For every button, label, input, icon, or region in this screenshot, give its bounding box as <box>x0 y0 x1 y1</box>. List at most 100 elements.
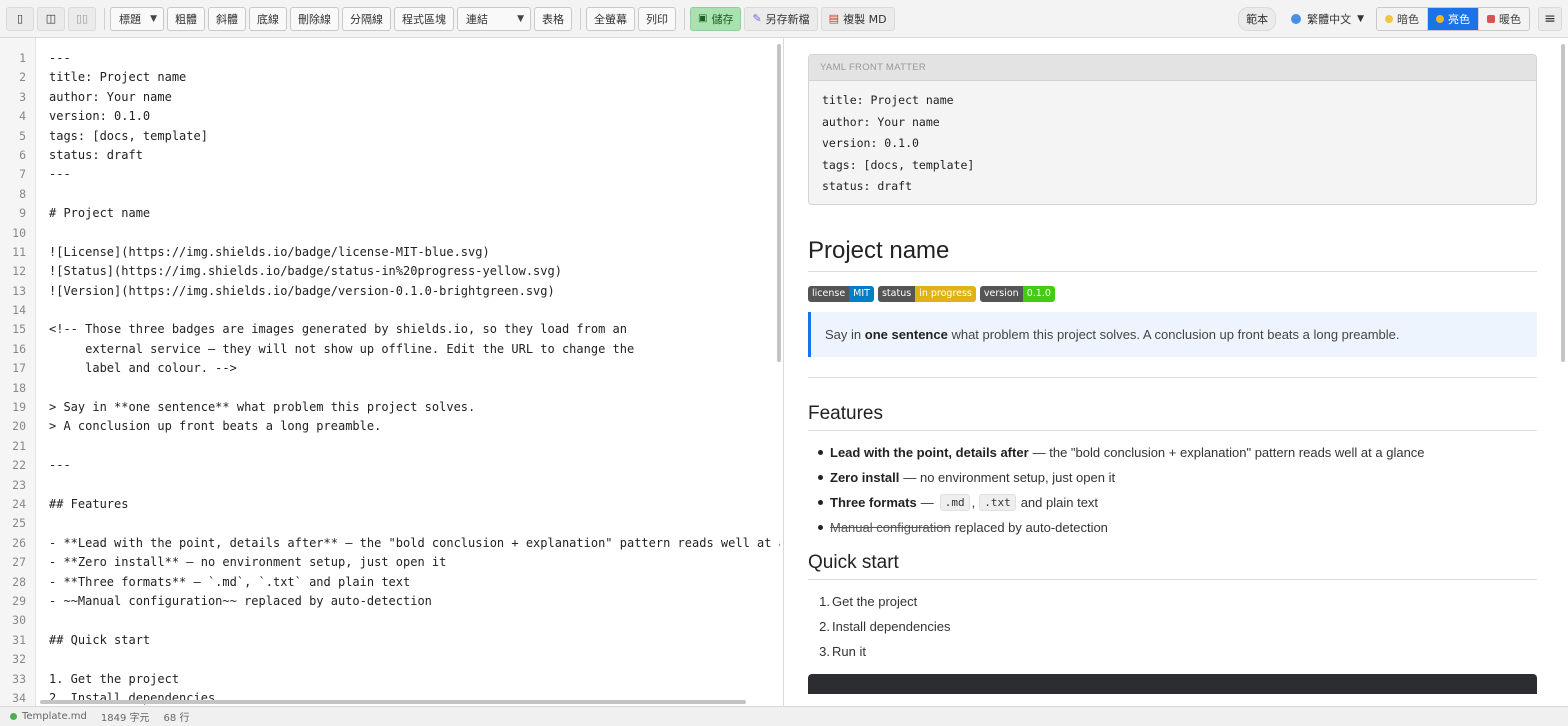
step-text: Get the project <box>832 593 918 609</box>
code-line[interactable]: 8 <box>0 185 780 204</box>
code-block-button[interactable]: 程式區塊 <box>394 6 454 31</box>
line-number: 12 <box>12 264 26 279</box>
step-text: Run it <box>832 643 866 659</box>
list-item: Zero install — no environment setup, just… <box>808 465 1537 490</box>
saved-status-icon <box>10 713 17 720</box>
editor-content[interactable]: 1 --- 2 title: Project name 3 author: Your na… <box>0 49 780 706</box>
link-select[interactable]: 連結 ▼ <box>457 6 531 31</box>
code-line[interactable]: 13 ![Version](https://img.shields.io/badg… <box>0 282 780 301</box>
code-line[interactable]: 31 ## Quick start <box>0 631 780 650</box>
quote-bold: one sentence <box>864 326 948 342</box>
bullet <box>818 449 823 455</box>
code-line[interactable]: 10 <box>0 224 780 243</box>
language-select[interactable]: 繁體中文 ▼ <box>1291 11 1364 27</box>
preview-vertical-scrollbar[interactable] <box>1561 44 1565 362</box>
quote-pre: Say in <box>825 326 865 342</box>
code-line[interactable]: 1 --- <box>0 49 780 68</box>
code-line[interactable]: 4 version: 0.1.0 <box>0 107 780 126</box>
horizontal-rule-button[interactable]: 分隔線 <box>342 6 391 31</box>
save-button[interactable]: ▣ 儲存 <box>690 6 742 31</box>
preview-only-view-button[interactable]: ▯▯ <box>68 6 96 31</box>
line-number: 10 <box>12 225 26 240</box>
code-line[interactable]: 20 > A conclusion up front beats a long p… <box>0 417 780 436</box>
line-text: - **Zero install** — no environment setu… <box>49 555 447 570</box>
theme-dark-button[interactable]: 暗色 <box>1377 7 1428 30</box>
fullscreen-button[interactable]: 全螢幕 <box>586 6 635 31</box>
code-line[interactable]: 5 tags: [docs, template] <box>0 127 780 146</box>
code-block <box>808 673 1537 694</box>
step-text: Install dependencies <box>832 618 951 634</box>
theme-warm-button[interactable]: 暖色 <box>1479 7 1529 30</box>
code-line[interactable]: 11 ![License](https://img.shields.io/badg… <box>0 243 780 262</box>
bold-button[interactable]: 粗體 <box>167 6 205 31</box>
code-line[interactable]: 22 --- <box>0 456 780 475</box>
code-line[interactable]: 7 --- <box>0 165 780 184</box>
yaml-front-matter-box: YAML FRONT MATTER title: Project name au… <box>808 54 1537 205</box>
editor-view-icon: ▯ <box>16 12 24 25</box>
line-text: ![License](https://img.shields.io/badge/… <box>49 244 490 259</box>
italic-button[interactable]: 斜體 <box>208 6 246 31</box>
strikethrough-button[interactable]: 刪除線 <box>290 6 339 31</box>
yaml-body: title: Project name author: Your name ve… <box>809 81 1536 204</box>
editor-vertical-scrollbar[interactable] <box>777 44 781 362</box>
line-number: 25 <box>12 516 26 531</box>
step-number: 2. <box>819 618 830 634</box>
code-line[interactable]: 6 status: draft <box>0 146 780 165</box>
status-filename: Template.md <box>22 711 87 722</box>
theme-light-button[interactable]: 亮色 <box>1428 7 1479 30</box>
code-line[interactable]: 19 > Say in **one sentence** what problem… <box>0 398 780 417</box>
feature-bold: Three formats <box>830 494 917 510</box>
sample-button[interactable]: 範本 <box>1238 6 1277 31</box>
code-line[interactable]: 17 label and colour. --> <box>0 359 780 378</box>
code-line[interactable]: 23 <box>0 476 780 495</box>
underline-button[interactable]: 底線 <box>249 6 287 31</box>
line-number: 22 <box>12 458 26 473</box>
code-line[interactable]: 3 author: Your name <box>0 88 780 107</box>
editor-only-view-button[interactable]: ▯ <box>6 6 34 31</box>
copy-md-button[interactable]: ▤ 複製 MD <box>820 6 895 31</box>
menu-button[interactable]: ≡ <box>1538 6 1562 31</box>
table-button[interactable]: 表格 <box>534 6 572 31</box>
toolbar-divider <box>104 7 105 30</box>
code-line[interactable]: 26 - **Lead with the point, details after… <box>0 534 780 553</box>
line-text: version: 0.1.0 <box>49 109 151 124</box>
code-line[interactable]: 12 ![Status](https://img.shields.io/badge… <box>0 262 780 281</box>
clipboard-icon: ▤ <box>828 12 840 25</box>
code-line[interactable]: 14 <box>0 301 780 320</box>
editor-horizontal-scrollbar[interactable] <box>40 700 746 704</box>
heading-select[interactable]: 標題 ▼ <box>110 6 164 31</box>
inline-code: .txt <box>979 493 1016 511</box>
yaml-line: title: Project name <box>822 93 954 107</box>
code-line[interactable]: 27 - **Zero install** — no environment se… <box>0 553 780 572</box>
code-line[interactable]: 32 <box>0 650 780 669</box>
line-text: --- <box>49 51 71 65</box>
line-number: 32 <box>12 652 26 667</box>
line-number: 9 <box>19 206 26 221</box>
save-as-button[interactable]: ✎ 另存新檔 <box>744 6 818 31</box>
code-line[interactable]: 9 # Project name <box>0 204 780 223</box>
code-line[interactable]: 24 ## Features <box>0 495 780 514</box>
code-line[interactable]: 28 - **Three formats** — `.md`, `.txt` an… <box>0 573 780 592</box>
code-line[interactable]: 29 - ~~Manual configuration~~ replaced by… <box>0 592 780 611</box>
license-badge: license MIT <box>808 285 874 302</box>
code-line[interactable]: 15 <!-- Those three badges are images gen… <box>0 320 780 339</box>
line-text: external service — they will not show up… <box>49 341 635 356</box>
line-text: - **Lead with the point, details after**… <box>49 535 780 550</box>
code-line[interactable]: 33 1. Get the project <box>0 670 780 689</box>
line-text: status: draft <box>49 147 143 162</box>
line-number: 8 <box>19 186 26 201</box>
code-line[interactable]: 25 <box>0 514 780 533</box>
line-number: 18 <box>12 380 26 395</box>
line-text <box>36 650 49 669</box>
line-number: 30 <box>12 613 26 628</box>
code-line[interactable]: 2 title: Project name <box>0 68 780 87</box>
code-line[interactable]: 18 <box>0 379 780 398</box>
status-badge: status in progress <box>877 285 976 302</box>
markdown-editor[interactable]: 1 --- 2 title: Project name 3 author: Your na… <box>0 38 784 706</box>
view-mode-group: ▯ ◫ ▯▯ <box>6 6 99 31</box>
code-line[interactable]: 21 <box>0 437 780 456</box>
split-view-button[interactable]: ◫ <box>37 6 65 31</box>
print-button[interactable]: 列印 <box>638 6 676 31</box>
code-line[interactable]: 16 external service — they will not show… <box>0 340 780 359</box>
code-line[interactable]: 30 <box>0 611 780 630</box>
